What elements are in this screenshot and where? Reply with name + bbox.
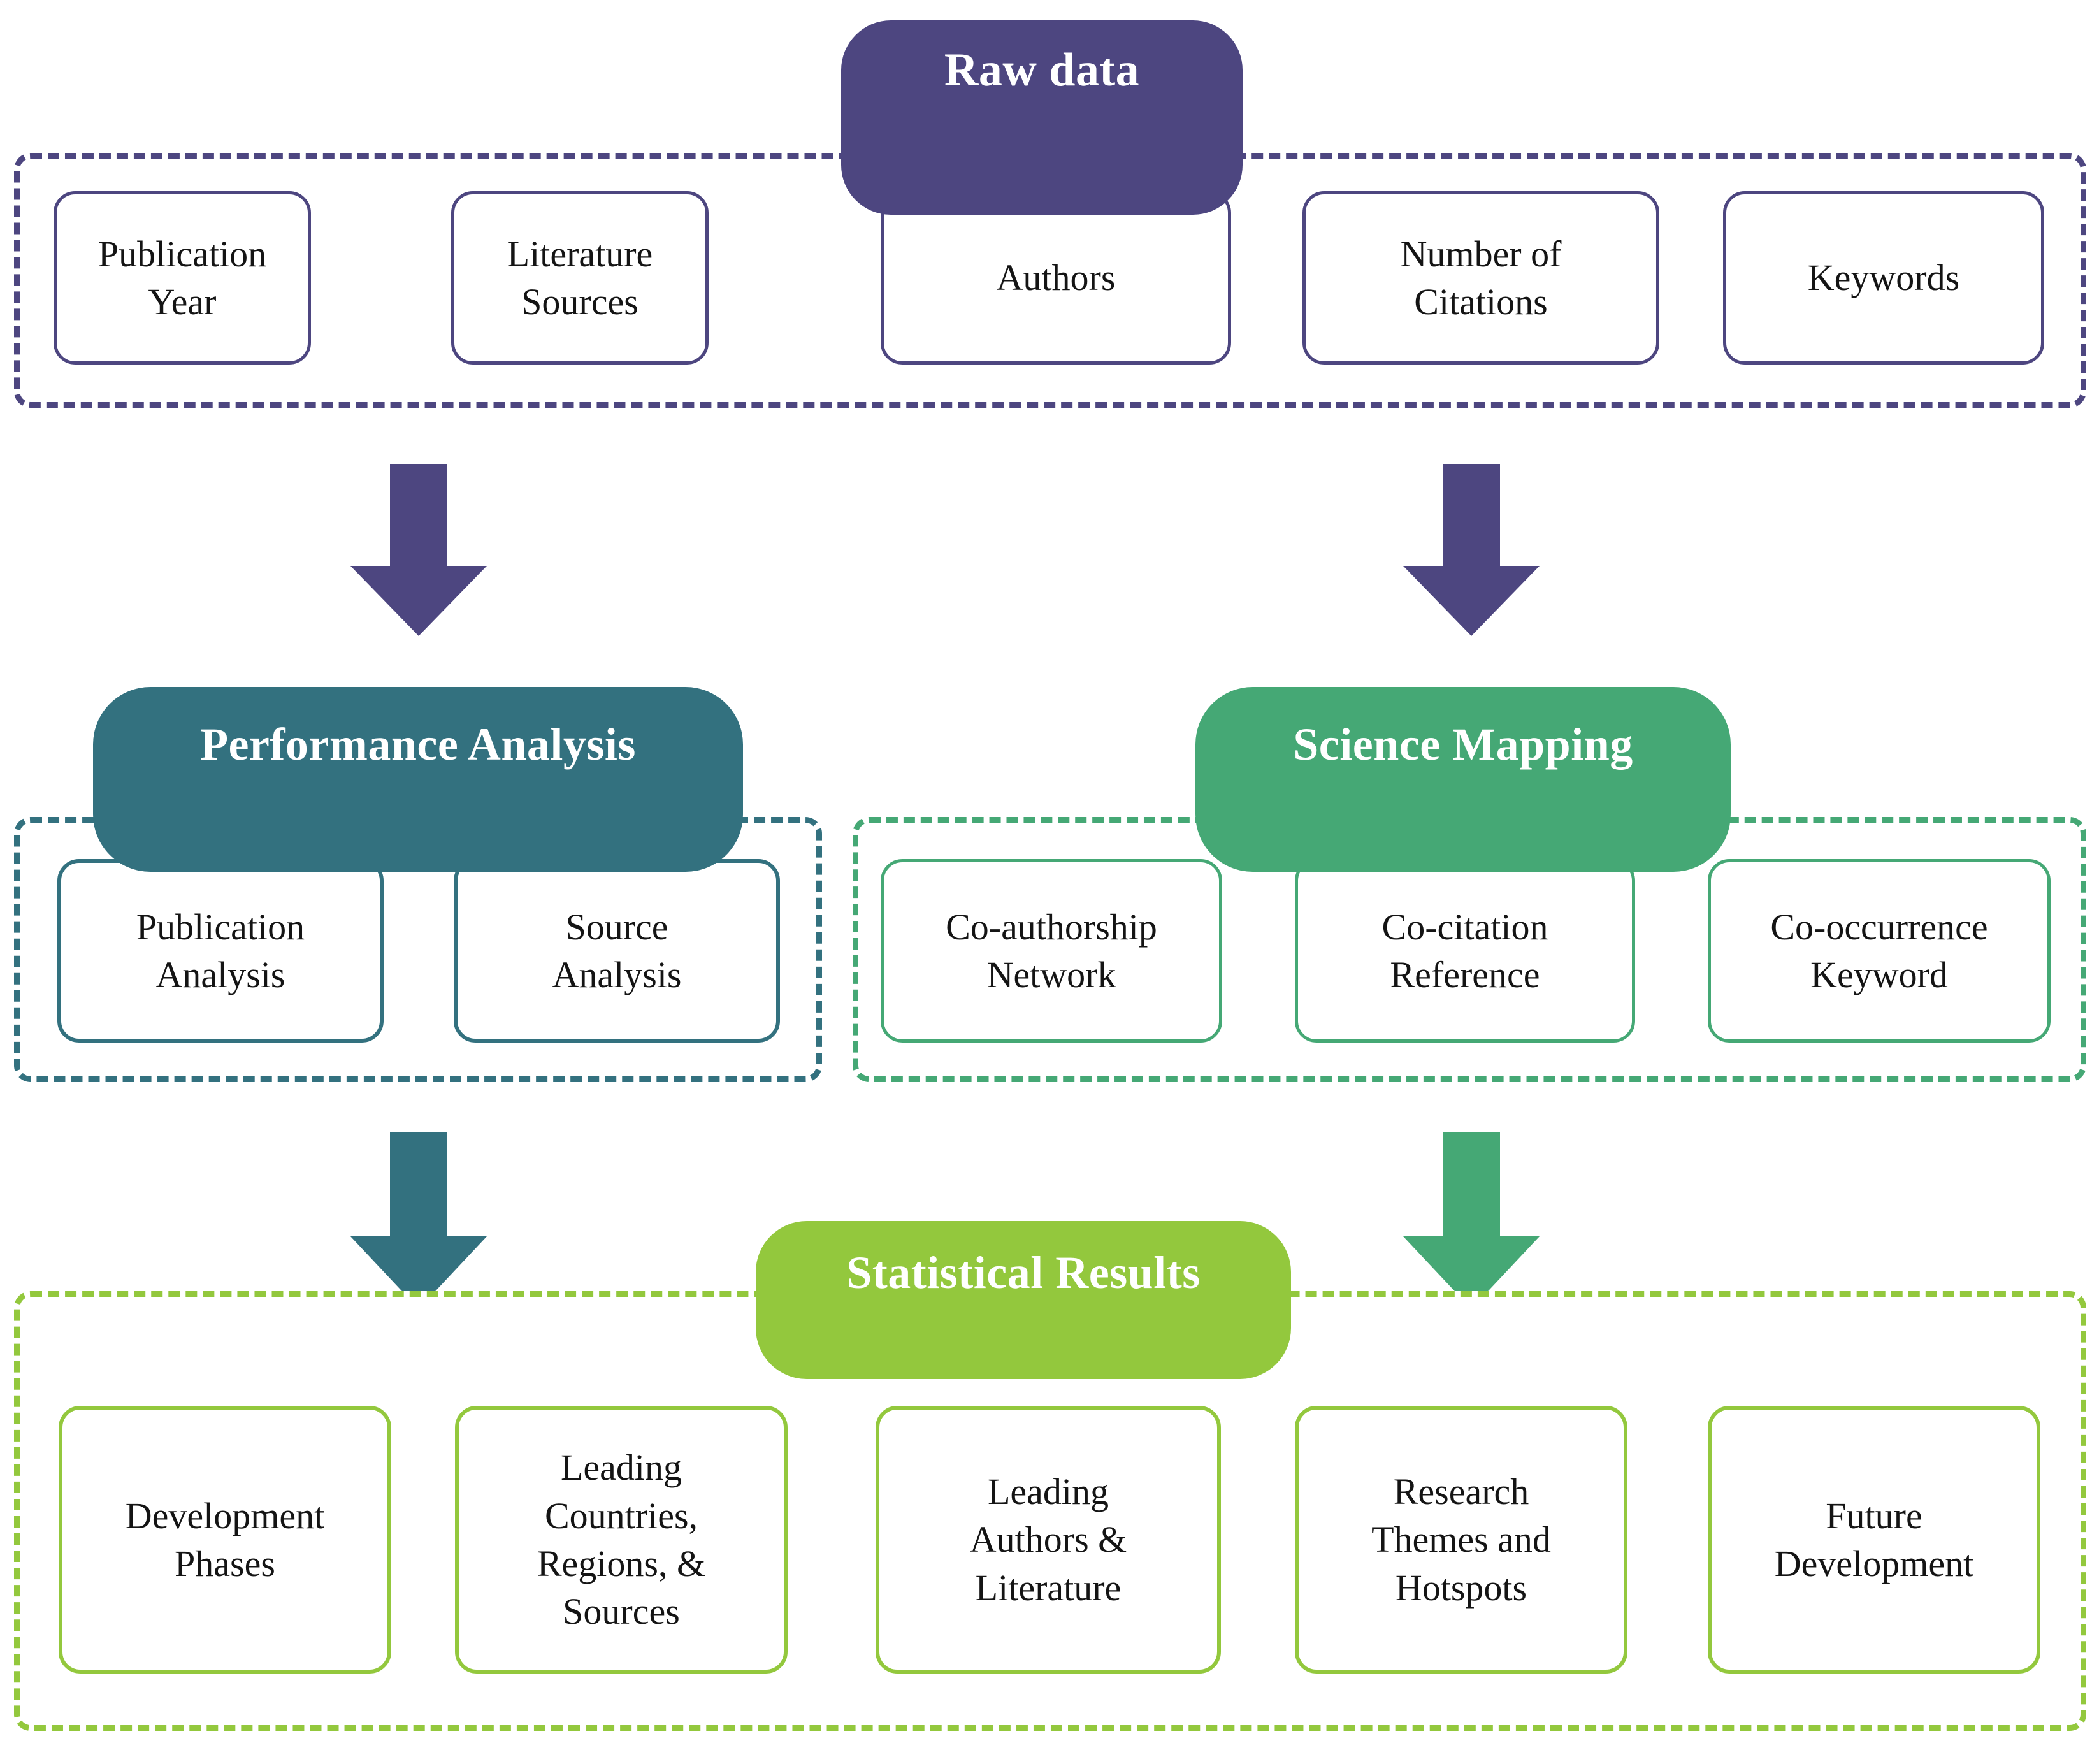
arrow-raw-to-performance — [350, 464, 487, 636]
node-label: Publication Analysis — [136, 906, 305, 995]
node-label: Source Analysis — [552, 906, 682, 995]
node-research-themes-and-hotspots[interactable]: Research Themes and Hotspots — [1295, 1406, 1627, 1674]
node-label: Research Themes and Hotspots — [1371, 1470, 1551, 1609]
node-label: Development Phases — [125, 1494, 325, 1584]
node-co-citation-reference[interactable]: Co-citation Reference — [1295, 859, 1635, 1043]
node-co-occurrence-keyword[interactable]: Co-occurrence Keyword — [1708, 859, 2051, 1043]
node-label: Leading Authors & Literature — [969, 1470, 1127, 1609]
node-development-phases[interactable]: Development Phases — [59, 1406, 391, 1674]
node-co-authorship-network[interactable]: Co-authorship Network — [881, 859, 1222, 1043]
science-mapping-header-label: Science Mapping — [1293, 719, 1633, 770]
node-label: Number of Citations — [1400, 233, 1562, 322]
node-leading-authors-literature[interactable]: Leading Authors & Literature — [876, 1406, 1221, 1674]
flowchart-canvas: Raw data Publication Year Literature Sourc… — [0, 0, 2099, 1764]
arrow-science-to-stats — [1403, 1132, 1540, 1309]
node-authors[interactable]: Authors — [881, 191, 1231, 365]
node-label: Leading Countries, Regions, & Sources — [537, 1447, 706, 1633]
performance-analysis-header-label: Performance Analysis — [200, 719, 636, 770]
arrow-performance-to-stats — [350, 1132, 487, 1309]
node-number-of-citations[interactable]: Number of Citations — [1302, 191, 1659, 365]
raw-data-header-label: Raw data — [944, 43, 1140, 96]
raw-data-header: Raw data — [841, 20, 1243, 215]
node-publication-year[interactable]: Publication Year — [54, 191, 311, 365]
arrow-raw-to-science — [1403, 464, 1540, 636]
node-label: Literature Sources — [507, 233, 653, 322]
node-label: Co-occurrence Keyword — [1770, 906, 1988, 995]
node-label: Authors — [996, 257, 1116, 299]
statistical-results-header: Statistical Results — [756, 1221, 1291, 1379]
node-label: Co-citation Reference — [1381, 906, 1548, 995]
node-publication-analysis[interactable]: Publication Analysis — [57, 859, 384, 1043]
node-source-analysis[interactable]: Source Analysis — [454, 859, 780, 1043]
node-keywords[interactable]: Keywords — [1723, 191, 2044, 365]
node-leading-countries-regions-sources[interactable]: Leading Countries, Regions, & Sources — [455, 1406, 788, 1674]
node-label: Keywords — [1807, 257, 1960, 299]
node-literature-sources[interactable]: Literature Sources — [451, 191, 709, 365]
node-label: Future Development — [1774, 1494, 1974, 1584]
node-label: Co-authorship Network — [946, 906, 1157, 995]
performance-analysis-header: Performance Analysis — [93, 687, 743, 872]
node-label: Publication Year — [97, 233, 267, 322]
science-mapping-header: Science Mapping — [1195, 687, 1731, 872]
node-future-development[interactable]: Future Development — [1708, 1406, 2040, 1674]
statistical-results-header-label: Statistical Results — [846, 1247, 1201, 1298]
